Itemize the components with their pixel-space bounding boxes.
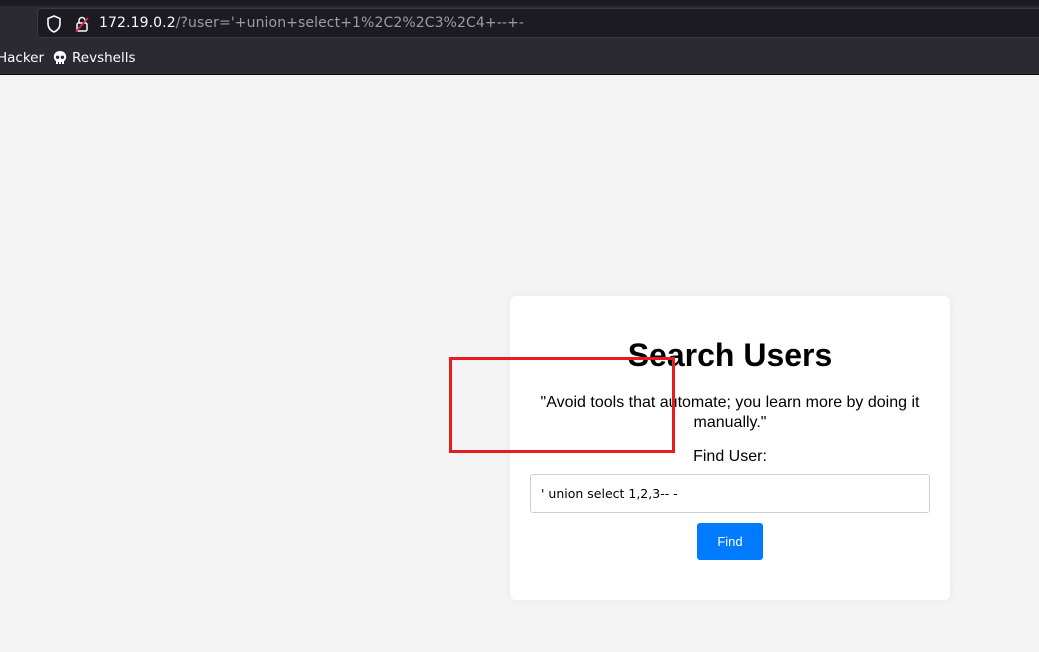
find-button[interactable]: Find: [697, 523, 763, 560]
bookmark-revshells[interactable]: Revshells: [52, 50, 136, 66]
skull-icon: [52, 50, 68, 66]
tab-strip: [0, 0, 1039, 6]
url-text[interactable]: 172.19.0.2/?user='+union+select+1%2C2%2C…: [99, 15, 524, 31]
browser-chrome: 172.19.0.2/?user='+union+select+1%2C2%2C…: [0, 0, 1039, 75]
url-host: 172.19.0.2: [99, 15, 176, 31]
bookmark-label: Hacker: [0, 50, 45, 66]
insecure-lock-icon[interactable]: [74, 15, 90, 33]
bookmarks-toolbar: Hacker Revshells: [0, 44, 1039, 74]
user-search-input[interactable]: [530, 474, 930, 513]
shield-icon[interactable]: [46, 15, 62, 33]
url-bar[interactable]: 172.19.0.2/?user='+union+select+1%2C2%2C…: [37, 8, 1039, 38]
bookmark-label: Revshells: [72, 50, 136, 66]
red-highlight-box: [449, 357, 675, 453]
bookmark-hacker[interactable]: Hacker: [0, 50, 44, 66]
url-path: /?user='+union+select+1%2C2%2C3%2C4+--+-: [175, 15, 525, 31]
